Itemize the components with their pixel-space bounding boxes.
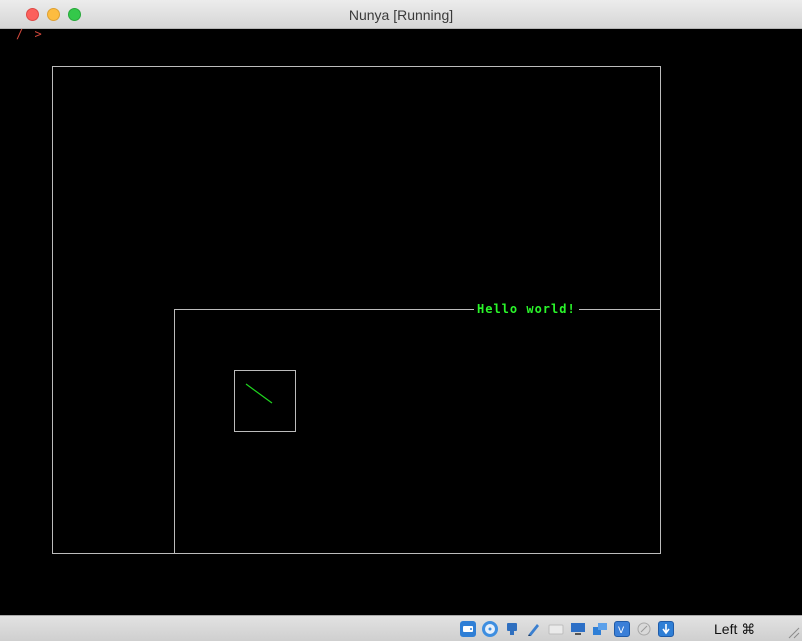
network-icon[interactable] xyxy=(570,621,586,637)
vm-screen[interactable]: / > Hello world! xyxy=(0,27,802,615)
title-bar[interactable]: Nunya [Running] xyxy=(0,0,802,29)
host-key-label: Left ⌘ xyxy=(714,621,756,637)
status-bar: V Left ⌘ xyxy=(0,615,802,641)
shared-folders-icon[interactable] xyxy=(526,621,542,637)
optical-disk-icon[interactable] xyxy=(482,621,498,637)
status-icons: V xyxy=(460,621,680,637)
resize-grip-icon[interactable] xyxy=(786,625,800,639)
hello-world-text: Hello world! xyxy=(474,302,579,316)
cpu-icon[interactable]: V xyxy=(614,621,630,637)
screen-capture-icon[interactable] xyxy=(592,621,608,637)
diagonal-line xyxy=(245,383,273,404)
usb-icon[interactable] xyxy=(504,621,520,637)
mouse-integration-icon[interactable] xyxy=(636,621,652,637)
hard-disk-icon[interactable] xyxy=(460,621,476,637)
diagonal-line-graphic xyxy=(245,383,273,404)
vm-window: Nunya [Running] / > Hello world! V Left … xyxy=(0,0,802,641)
window-title: Nunya [Running] xyxy=(348,7,454,23)
keyboard-capture-icon[interactable] xyxy=(658,621,674,637)
svg-text:V: V xyxy=(618,626,625,634)
display-icon[interactable] xyxy=(548,621,564,637)
